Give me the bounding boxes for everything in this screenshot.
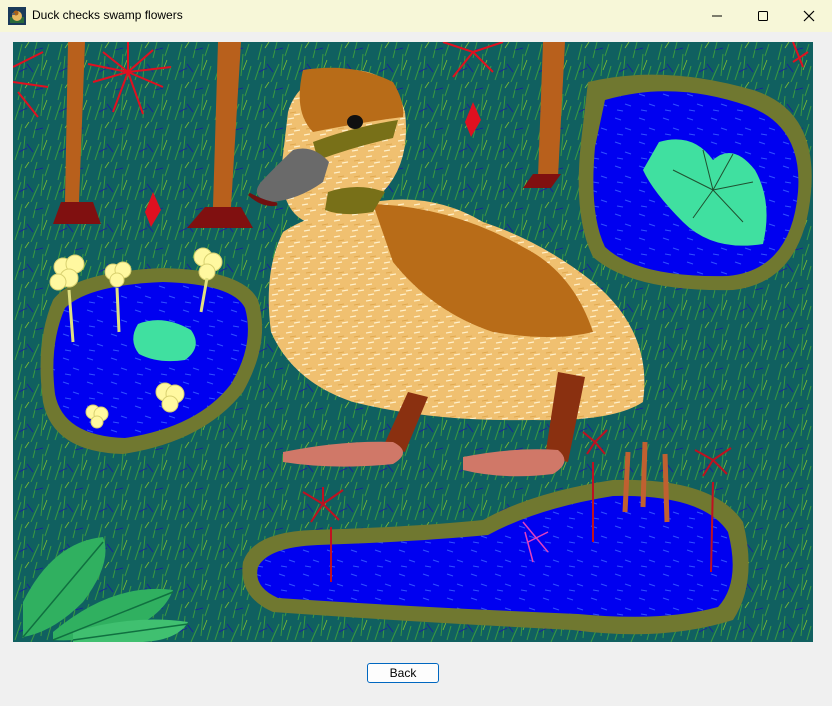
maximize-icon xyxy=(758,11,768,21)
window-title: Duck checks swamp flowers xyxy=(32,8,183,22)
title-bar[interactable]: Duck checks swamp flowers xyxy=(0,0,832,32)
back-button[interactable]: Back xyxy=(367,663,439,683)
pond-top-right xyxy=(578,74,812,291)
close-button[interactable] xyxy=(786,0,832,32)
maximize-button[interactable] xyxy=(740,0,786,32)
swamp-painting xyxy=(13,42,813,642)
minimize-icon xyxy=(712,15,722,17)
app-window: Duck checks swamp flowers Back xyxy=(0,0,832,706)
duck-icon xyxy=(8,7,26,25)
close-icon xyxy=(803,10,815,22)
minimize-button[interactable] xyxy=(694,0,740,32)
